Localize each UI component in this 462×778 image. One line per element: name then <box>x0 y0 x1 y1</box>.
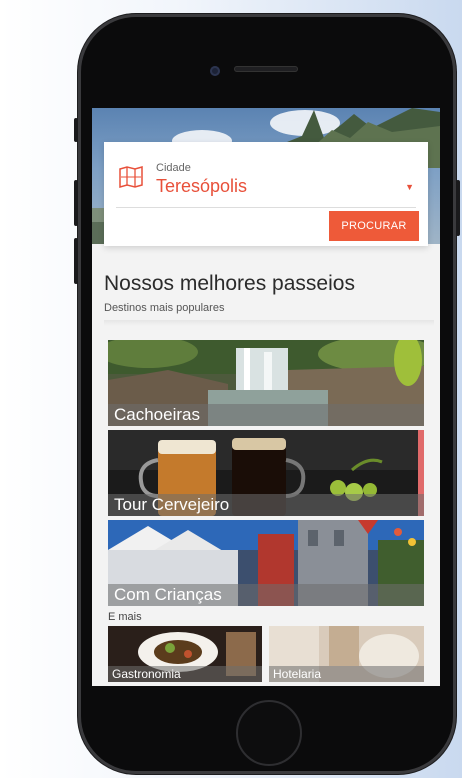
front-camera <box>210 66 220 76</box>
app-screen: Cidade Teresópolis ▼ PROCURAR Nossos mel… <box>92 108 440 686</box>
mute-switch <box>74 118 78 142</box>
tour-card-com-criancas[interactable]: Com Crianças <box>108 520 424 606</box>
more-card-gastronomia[interactable]: Gastronomia <box>108 626 262 682</box>
more-label: E mais <box>108 611 142 623</box>
search-button[interactable]: PROCURAR <box>329 211 419 241</box>
city-label: Cidade <box>156 162 191 174</box>
field-underline <box>116 207 416 208</box>
section-title: Nossos melhores passeios <box>104 272 355 295</box>
home-button[interactable] <box>236 700 302 766</box>
tour-card-label: Cachoeiras <box>108 404 424 426</box>
city-select[interactable]: Teresópolis <box>156 176 247 197</box>
power-button <box>456 180 460 236</box>
tour-card-cachoeiras[interactable]: Cachoeiras <box>108 340 424 426</box>
chevron-down-icon[interactable]: ▼ <box>405 182 414 192</box>
more-card-label: Gastronomia <box>108 666 262 682</box>
earpiece-speaker <box>234 66 298 72</box>
section-subtitle: Destinos mais populares <box>104 302 225 314</box>
tour-card-tour-cervejeiro[interactable]: Tour Cervejeiro <box>108 430 424 516</box>
volume-down-button <box>74 238 78 284</box>
more-card-hotelaria[interactable]: Hotelaria <box>269 626 424 682</box>
more-card-label: Hotelaria <box>269 666 424 682</box>
search-card: Cidade Teresópolis ▼ PROCURAR <box>104 142 428 246</box>
map-icon <box>119 166 143 188</box>
tour-card-label: Com Crianças <box>108 584 424 606</box>
section-divider <box>104 320 434 326</box>
volume-up-button <box>74 180 78 226</box>
tour-card-label: Tour Cervejeiro <box>108 494 424 516</box>
